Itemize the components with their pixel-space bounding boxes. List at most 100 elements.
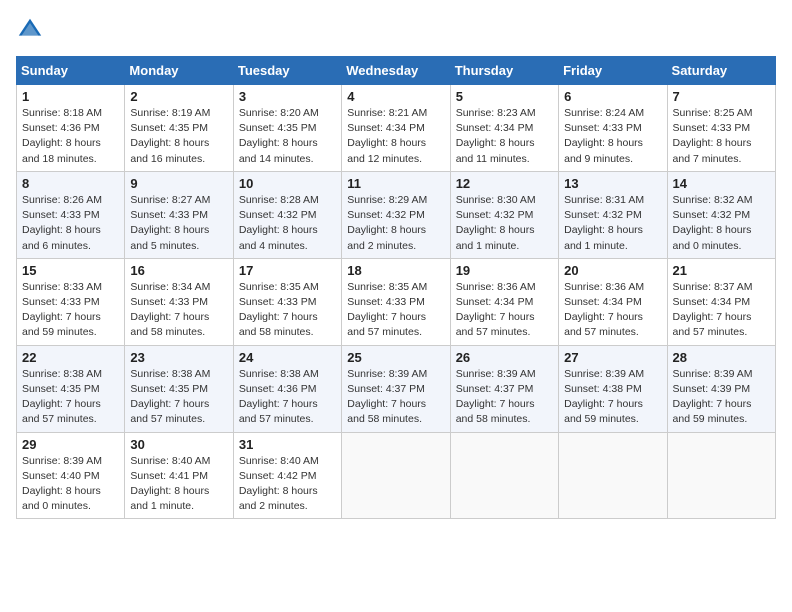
logo xyxy=(16,16,48,44)
day-info: Sunrise: 8:23 AM Sunset: 4:34 PM Dayligh… xyxy=(456,106,553,167)
day-info: Sunrise: 8:28 AM Sunset: 4:32 PM Dayligh… xyxy=(239,193,336,254)
calendar-week-4: 22 Sunrise: 8:38 AM Sunset: 4:35 PM Dayli… xyxy=(17,345,776,432)
calendar-cell: 26 Sunrise: 8:39 AM Sunset: 4:37 PM Dayli… xyxy=(450,345,558,432)
day-info: Sunrise: 8:24 AM Sunset: 4:33 PM Dayligh… xyxy=(564,106,661,167)
day-number: 29 xyxy=(22,437,119,452)
col-header-tuesday: Tuesday xyxy=(233,57,341,85)
calendar-cell: 5Sunrise: 8:23 AM Sunset: 4:34 PM Daylig… xyxy=(450,85,558,172)
day-number: 8 xyxy=(22,176,119,191)
day-info: Sunrise: 8:33 AM Sunset: 4:33 PM Dayligh… xyxy=(22,280,119,341)
day-number: 26 xyxy=(456,350,553,365)
day-number: 13 xyxy=(564,176,661,191)
calendar-cell xyxy=(559,432,667,519)
calendar-cell: 16 Sunrise: 8:34 AM Sunset: 4:33 PM Dayli… xyxy=(125,258,233,345)
calendar-table: SundayMondayTuesdayWednesdayThursdayFrid… xyxy=(16,56,776,519)
day-info: Sunrise: 8:26 AM Sunset: 4:33 PM Dayligh… xyxy=(22,193,119,254)
page-header xyxy=(16,16,776,44)
day-info: Sunrise: 8:40 AM Sunset: 4:42 PM Dayligh… xyxy=(239,454,336,515)
calendar-cell: 3Sunrise: 8:20 AM Sunset: 4:35 PM Daylig… xyxy=(233,85,341,172)
day-number: 20 xyxy=(564,263,661,278)
calendar-cell: 27 Sunrise: 8:39 AM Sunset: 4:38 PM Dayli… xyxy=(559,345,667,432)
col-header-friday: Friday xyxy=(559,57,667,85)
calendar-cell: 23 Sunrise: 8:38 AM Sunset: 4:35 PM Dayli… xyxy=(125,345,233,432)
day-info: Sunrise: 8:34 AM Sunset: 4:33 PM Dayligh… xyxy=(130,280,227,341)
calendar-cell: 15 Sunrise: 8:33 AM Sunset: 4:33 PM Dayli… xyxy=(17,258,125,345)
logo-icon xyxy=(16,16,44,44)
col-header-wednesday: Wednesday xyxy=(342,57,450,85)
calendar-cell: 25 Sunrise: 8:39 AM Sunset: 4:37 PM Dayli… xyxy=(342,345,450,432)
day-number: 10 xyxy=(239,176,336,191)
day-info: Sunrise: 8:39 AM Sunset: 4:40 PM Dayligh… xyxy=(22,454,119,515)
day-number: 22 xyxy=(22,350,119,365)
day-number: 25 xyxy=(347,350,444,365)
calendar-cell xyxy=(667,432,775,519)
col-header-sunday: Sunday xyxy=(17,57,125,85)
calendar-cell xyxy=(450,432,558,519)
day-number: 12 xyxy=(456,176,553,191)
calendar-cell: 30 Sunrise: 8:40 AM Sunset: 4:41 PM Dayli… xyxy=(125,432,233,519)
calendar-cell: 1Sunrise: 8:18 AM Sunset: 4:36 PM Daylig… xyxy=(17,85,125,172)
day-info: Sunrise: 8:37 AM Sunset: 4:34 PM Dayligh… xyxy=(673,280,770,341)
day-number: 30 xyxy=(130,437,227,452)
day-info: Sunrise: 8:36 AM Sunset: 4:34 PM Dayligh… xyxy=(456,280,553,341)
day-number: 21 xyxy=(673,263,770,278)
calendar-cell: 4Sunrise: 8:21 AM Sunset: 4:34 PM Daylig… xyxy=(342,85,450,172)
col-header-saturday: Saturday xyxy=(667,57,775,85)
calendar-cell: 28 Sunrise: 8:39 AM Sunset: 4:39 PM Dayli… xyxy=(667,345,775,432)
calendar-cell: 31 Sunrise: 8:40 AM Sunset: 4:42 PM Dayli… xyxy=(233,432,341,519)
day-info: Sunrise: 8:39 AM Sunset: 4:37 PM Dayligh… xyxy=(347,367,444,428)
day-number: 16 xyxy=(130,263,227,278)
day-number: 1 xyxy=(22,89,119,104)
calendar-week-1: 1Sunrise: 8:18 AM Sunset: 4:36 PM Daylig… xyxy=(17,85,776,172)
day-number: 27 xyxy=(564,350,661,365)
day-number: 17 xyxy=(239,263,336,278)
calendar-cell: 11 Sunrise: 8:29 AM Sunset: 4:32 PM Dayli… xyxy=(342,171,450,258)
calendar-cell: 22 Sunrise: 8:38 AM Sunset: 4:35 PM Dayli… xyxy=(17,345,125,432)
calendar-cell: 6 Sunrise: 8:24 AM Sunset: 4:33 PM Daylig… xyxy=(559,85,667,172)
day-number: 28 xyxy=(673,350,770,365)
col-header-monday: Monday xyxy=(125,57,233,85)
calendar-cell: 18 Sunrise: 8:35 AM Sunset: 4:33 PM Dayli… xyxy=(342,258,450,345)
day-info: Sunrise: 8:38 AM Sunset: 4:36 PM Dayligh… xyxy=(239,367,336,428)
calendar-cell: 9Sunrise: 8:27 AM Sunset: 4:33 PM Daylig… xyxy=(125,171,233,258)
day-info: Sunrise: 8:39 AM Sunset: 4:38 PM Dayligh… xyxy=(564,367,661,428)
calendar-cell xyxy=(342,432,450,519)
day-number: 19 xyxy=(456,263,553,278)
calendar-cell: 10 Sunrise: 8:28 AM Sunset: 4:32 PM Dayli… xyxy=(233,171,341,258)
day-number: 9 xyxy=(130,176,227,191)
calendar-cell: 29 Sunrise: 8:39 AM Sunset: 4:40 PM Dayli… xyxy=(17,432,125,519)
day-number: 24 xyxy=(239,350,336,365)
col-header-thursday: Thursday xyxy=(450,57,558,85)
calendar-cell: 24 Sunrise: 8:38 AM Sunset: 4:36 PM Dayli… xyxy=(233,345,341,432)
day-info: Sunrise: 8:35 AM Sunset: 4:33 PM Dayligh… xyxy=(347,280,444,341)
day-info: Sunrise: 8:32 AM Sunset: 4:32 PM Dayligh… xyxy=(673,193,770,254)
calendar-week-2: 8 Sunrise: 8:26 AM Sunset: 4:33 PM Daylig… xyxy=(17,171,776,258)
day-number: 4 xyxy=(347,89,444,104)
day-info: Sunrise: 8:38 AM Sunset: 4:35 PM Dayligh… xyxy=(22,367,119,428)
day-number: 6 xyxy=(564,89,661,104)
day-info: Sunrise: 8:19 AM Sunset: 4:35 PM Dayligh… xyxy=(130,106,227,167)
day-info: Sunrise: 8:39 AM Sunset: 4:39 PM Dayligh… xyxy=(673,367,770,428)
calendar-cell: 14Sunrise: 8:32 AM Sunset: 4:32 PM Dayli… xyxy=(667,171,775,258)
calendar-cell: 20Sunrise: 8:36 AM Sunset: 4:34 PM Dayli… xyxy=(559,258,667,345)
calendar-cell: 21 Sunrise: 8:37 AM Sunset: 4:34 PM Dayli… xyxy=(667,258,775,345)
day-info: Sunrise: 8:40 AM Sunset: 4:41 PM Dayligh… xyxy=(130,454,227,515)
calendar-cell: 19 Sunrise: 8:36 AM Sunset: 4:34 PM Dayli… xyxy=(450,258,558,345)
calendar-cell: 7 Sunrise: 8:25 AM Sunset: 4:33 PM Daylig… xyxy=(667,85,775,172)
day-info: Sunrise: 8:38 AM Sunset: 4:35 PM Dayligh… xyxy=(130,367,227,428)
day-number: 7 xyxy=(673,89,770,104)
day-info: Sunrise: 8:29 AM Sunset: 4:32 PM Dayligh… xyxy=(347,193,444,254)
calendar-cell: 12 Sunrise: 8:30 AM Sunset: 4:32 PM Dayli… xyxy=(450,171,558,258)
day-number: 23 xyxy=(130,350,227,365)
day-number: 11 xyxy=(347,176,444,191)
calendar-cell: 8 Sunrise: 8:26 AM Sunset: 4:33 PM Daylig… xyxy=(17,171,125,258)
day-number: 18 xyxy=(347,263,444,278)
day-number: 15 xyxy=(22,263,119,278)
day-number: 31 xyxy=(239,437,336,452)
day-info: Sunrise: 8:30 AM Sunset: 4:32 PM Dayligh… xyxy=(456,193,553,254)
day-info: Sunrise: 8:25 AM Sunset: 4:33 PM Dayligh… xyxy=(673,106,770,167)
day-info: Sunrise: 8:39 AM Sunset: 4:37 PM Dayligh… xyxy=(456,367,553,428)
calendar-cell: 17Sunrise: 8:35 AM Sunset: 4:33 PM Dayli… xyxy=(233,258,341,345)
day-number: 2 xyxy=(130,89,227,104)
calendar-week-3: 15 Sunrise: 8:33 AM Sunset: 4:33 PM Dayli… xyxy=(17,258,776,345)
